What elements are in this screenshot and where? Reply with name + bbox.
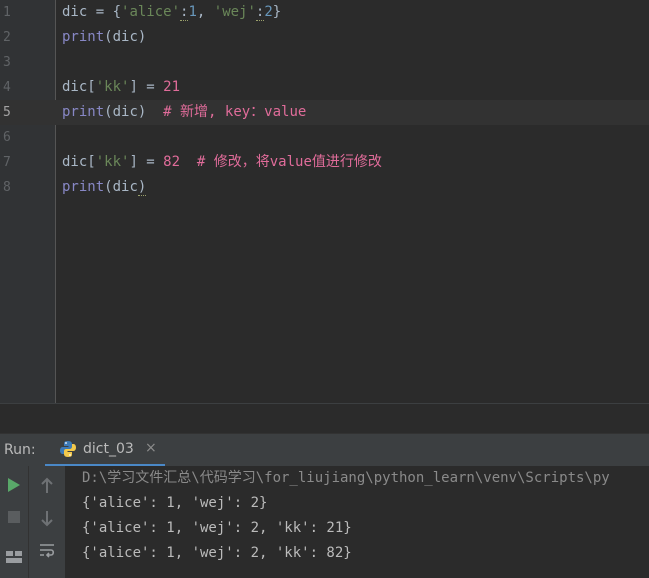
code-text: print(dic) # 新增, key：value xyxy=(62,104,307,120)
code-line-1[interactable]: 1 dic = {'alice':1, 'wej':2} xyxy=(0,0,649,25)
console-line: {'alice': 1, 'wej': 2} xyxy=(82,495,268,511)
stop-icon[interactable] xyxy=(7,510,21,524)
code-line-8[interactable]: 8 print(dic) xyxy=(0,175,649,200)
run-panel-body: D:\学习文件汇总\代码学习\for_liujiang\python_learn… xyxy=(0,466,649,578)
code-line-5-current[interactable]: 5 print(dic) # 新增, key：value xyxy=(0,100,649,125)
console-line: D:\学习文件汇总\代码学习\for_liujiang\python_learn… xyxy=(82,470,610,486)
layout-icon[interactable] xyxy=(5,550,23,564)
code-line-4[interactable]: 4 dic['kk'] = 21 xyxy=(0,75,649,100)
run-panel-title: Run: xyxy=(4,442,36,458)
panel-splitter[interactable] xyxy=(0,403,649,434)
python-icon xyxy=(60,441,76,457)
close-icon[interactable]: × xyxy=(145,440,157,456)
line-number: 1 xyxy=(3,5,11,20)
code-line-6[interactable]: 6 xyxy=(0,125,649,150)
arrow-down-icon[interactable] xyxy=(40,509,54,527)
run-toolbar-right xyxy=(29,466,66,578)
code-line-2[interactable]: 2 print(dic) xyxy=(0,25,649,50)
console-output[interactable]: D:\学习文件汇总\代码学习\for_liujiang\python_learn… xyxy=(82,466,649,578)
code-line-3[interactable]: 3 xyxy=(0,50,649,75)
console-line: {'alice': 1, 'wej': 2, 'kk': 21} xyxy=(82,520,352,536)
code-text: dic = {'alice':1, 'wej':2} xyxy=(62,4,282,21)
run-toolbar-left xyxy=(0,466,29,578)
line-number: 4 xyxy=(3,80,11,95)
run-panel-header: Run: dict_03 × xyxy=(0,433,649,467)
line-number: 7 xyxy=(3,155,11,170)
soft-wrap-icon[interactable] xyxy=(38,542,56,558)
code-text: dic['kk'] = 82 # 修改，将value值进行修改 xyxy=(62,154,382,170)
code-editor[interactable]: 1 dic = {'alice':1, 'wej':2} 2 print(dic… xyxy=(0,0,649,403)
code-text: print(dic) xyxy=(62,29,147,45)
line-number: 3 xyxy=(3,55,11,70)
line-number: 5 xyxy=(3,105,11,120)
run-tab-dict-03[interactable]: dict_03 × xyxy=(45,434,165,467)
line-number: 6 xyxy=(3,130,11,145)
tab-label: dict_03 xyxy=(83,441,134,457)
code-text: dic['kk'] = 21 xyxy=(62,79,181,95)
play-icon[interactable] xyxy=(7,477,21,493)
code-text: print(dic) xyxy=(62,179,147,196)
arrow-up-icon[interactable] xyxy=(40,477,54,495)
line-number: 2 xyxy=(3,30,11,45)
code-line-7[interactable]: 7 dic['kk'] = 82 # 修改，将value值进行修改 xyxy=(0,150,649,175)
console-line: {'alice': 1, 'wej': 2, 'kk': 82} xyxy=(82,545,352,561)
line-number: 8 xyxy=(3,180,11,195)
